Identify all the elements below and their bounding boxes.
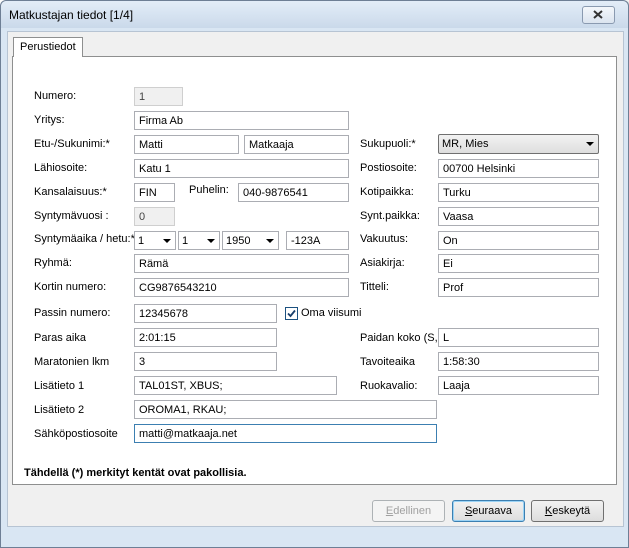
- oma-viisumi-checkbox[interactable]: [285, 307, 298, 320]
- asiakirja-field[interactable]: Ei: [438, 254, 599, 273]
- passin-numero-label: Passin numero:: [34, 307, 111, 319]
- syntpaikka-field[interactable]: Vaasa: [438, 207, 599, 226]
- first-name-field[interactable]: Matti: [134, 135, 239, 154]
- birth-day-select[interactable]: 1: [134, 231, 176, 250]
- puhelin-label: Puhelin:: [189, 184, 229, 196]
- next-button[interactable]: Seuraava: [452, 500, 525, 522]
- required-fields-note: Tähdellä (*) merkityt kentät ovat pakoll…: [24, 467, 247, 479]
- passin-numero-field[interactable]: 12345678: [134, 304, 277, 323]
- birth-year-value: 1950: [226, 235, 251, 247]
- titteli-field[interactable]: Prof: [438, 278, 599, 297]
- hetu-field[interactable]: -123A: [286, 231, 349, 250]
- sahkoposti-field[interactable]: matti@matkaaja.net: [134, 424, 437, 443]
- ruokavalio-label: Ruokavalio:: [360, 380, 418, 392]
- tavoiteaika-label: Tavoiteaika: [360, 356, 416, 368]
- paidan-koko-field[interactable]: L: [438, 328, 599, 347]
- paras-aika-field[interactable]: 2:01:15: [134, 328, 277, 347]
- syntymavuosi-label: Syntymävuosi :: [34, 210, 109, 222]
- dialog-client: Perustiedot Numero: 1 Yritys: Firma Ab E…: [7, 31, 624, 527]
- window-title: Matkustajan tiedot [1/4]: [9, 8, 134, 22]
- birth-month-value: 1: [182, 235, 189, 247]
- lisatieto1-label: Lisätieto 1: [34, 380, 85, 392]
- birth-day-value: 1: [138, 235, 145, 247]
- chevron-down-icon: [163, 239, 171, 243]
- sukupuoli-select[interactable]: MR, Mies: [438, 134, 599, 154]
- checkmark-icon: [287, 309, 296, 318]
- numero-label: Numero:: [34, 90, 77, 102]
- vakuutus-label: Vakuutus:: [360, 233, 409, 245]
- title-bar[interactable]: Matkustajan tiedot [1/4]: [1, 1, 628, 28]
- kansalaisuus-label: Kansalaisuus:*: [34, 186, 107, 198]
- sukupuoli-label: Sukupuoli:*: [360, 138, 416, 150]
- lisatieto1-field[interactable]: TAL01ST, XBUS;: [134, 376, 337, 395]
- syntpaikka-label: Synt.paikka:: [360, 210, 420, 222]
- lahiosoite-field[interactable]: Katu 1: [134, 159, 349, 178]
- ruokavalio-field[interactable]: Laaja: [438, 376, 599, 395]
- cancel-button[interactable]: Keskeytä: [531, 500, 604, 522]
- last-name-field[interactable]: Matkaaja: [244, 135, 349, 154]
- vakuutus-field[interactable]: On: [438, 231, 599, 250]
- previous-label: dellinen: [393, 505, 432, 517]
- next-label: euraava: [472, 505, 513, 517]
- sukupuoli-value: MR, Mies: [442, 138, 489, 150]
- sahkoposti-label: Sähköpostiosoite: [34, 428, 118, 440]
- kansalaisuus-field[interactable]: FIN: [134, 183, 175, 202]
- syntymaaika-label: Syntymäaika / hetu:*: [34, 233, 135, 245]
- cancel-label: eskeytä: [552, 505, 591, 517]
- ryhma-label: Ryhmä:: [34, 257, 72, 269]
- birth-year-select[interactable]: 1950: [222, 231, 279, 250]
- kotipaikka-field[interactable]: Turku: [438, 183, 599, 202]
- close-button[interactable]: [582, 6, 615, 24]
- lisatieto2-field[interactable]: OROMA1, RKAU;: [134, 400, 437, 419]
- postiosoite-label: Postiosoite:: [360, 162, 417, 174]
- tavoiteaika-field[interactable]: 1:58:30: [438, 352, 599, 371]
- maratonien-lkm-field[interactable]: 3: [134, 352, 277, 371]
- chevron-down-icon: [266, 239, 274, 243]
- paidan-koko-label: Paidan koko (S,M: [360, 332, 440, 344]
- close-icon: [593, 10, 603, 19]
- puhelin-field[interactable]: 040-9876541: [238, 183, 349, 202]
- lisatieto2-label: Lisätieto 2: [34, 404, 85, 416]
- paras-aika-label: Paras aika: [34, 332, 86, 344]
- chevron-down-icon: [207, 239, 215, 243]
- kotipaikka-label: Kotipaikka:: [360, 186, 414, 198]
- postiosoite-field[interactable]: 00700 Helsinki: [438, 159, 599, 178]
- tab-perustiedot[interactable]: Perustiedot: [13, 37, 83, 57]
- perustiedot-panel: Numero: 1 Yritys: Firma Ab Etu-/Sukunimi…: [12, 56, 617, 485]
- yritys-label: Yritys:: [34, 114, 65, 126]
- dialog-window: Matkustajan tiedot [1/4] Perustiedot Num…: [0, 0, 629, 548]
- numero-field: 1: [134, 87, 183, 106]
- birth-month-select[interactable]: 1: [178, 231, 220, 250]
- nimi-label: Etu-/Sukunimi:*: [34, 138, 110, 150]
- asiakirja-label: Asiakirja:: [360, 257, 405, 269]
- ryhma-field[interactable]: Rämä: [134, 254, 349, 273]
- maratonien-lkm-label: Maratonien lkm: [34, 356, 110, 368]
- kortin-numero-label: Kortin numero:: [34, 281, 107, 293]
- oma-viisumi-label[interactable]: Oma viisumi: [301, 307, 362, 319]
- chevron-down-icon: [586, 142, 594, 146]
- titteli-label: Titteli:: [360, 281, 389, 293]
- syntymavuosi-field: 0: [134, 207, 175, 226]
- previous-button[interactable]: Edellinen: [372, 500, 445, 522]
- kortin-numero-field[interactable]: CG9876543210: [134, 278, 349, 297]
- lahiosoite-label: Lähiosoite:: [34, 162, 88, 174]
- yritys-field[interactable]: Firma Ab: [134, 111, 349, 130]
